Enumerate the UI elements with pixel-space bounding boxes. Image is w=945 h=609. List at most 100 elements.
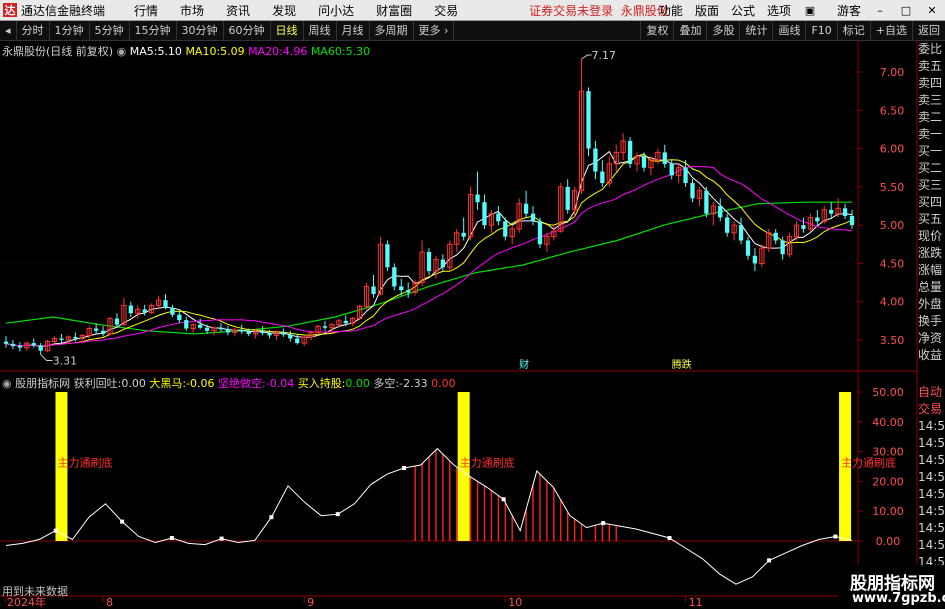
quote-field-label: 净资 [918,331,943,345]
candle-body-down [322,326,328,328]
quote-field-label: 卖二 [918,110,943,124]
candle-body-down [530,213,536,222]
candle-body-down [669,163,674,176]
tick-time: 14:56 [918,470,945,484]
indicator-item-value: 0.00 [345,377,370,390]
candle-body-down [267,333,272,336]
ma60-value: 5.30 [345,45,371,58]
candle-body-down [586,91,591,149]
price-tick-label: 5.50 [880,181,905,194]
signal-label: 主力通刷底 [460,456,515,470]
candle-body-down [523,203,529,214]
candle-body-down [163,300,168,308]
indicator-item-label: 多空: [373,377,400,390]
indicator-item-label: 买入持股: [297,377,346,390]
candle-body-down [392,267,397,287]
candle-body-down [93,328,99,331]
ma60-label: MA60: [310,45,346,58]
tick-time: 14:56 [918,419,945,433]
tick-time: 14:56 [918,538,945,552]
indicator-legend: ◉ 股朋指标网 获利回吐: 0.00 大黑马:-0.06 坚绝做空:-0.04 买… [2,375,456,391]
candle-body-down [738,225,744,241]
indicator-item-value: -0.04 [265,377,295,390]
candle-body-down [73,336,78,339]
indicator-tick-label: 10.00 [872,505,904,518]
candle-body-down [343,320,348,324]
indicator-name: 股朋指标网 [15,377,71,390]
quote-field-label: 委比 [918,42,943,56]
x-tick-label: 9 [307,596,314,609]
candle-body-down [225,329,231,333]
indicator-point [667,536,672,541]
candle-body-down [177,314,182,321]
candle-body-down [780,240,785,255]
indicator-item-value: 0.00 [431,377,456,390]
candle-body-down [440,259,446,268]
candle-body-down [3,341,9,344]
price-legend: 永鼎股份(日线 前复权) ◉ MA5:5.10 MA10:5.09 MA20:4… [2,43,370,59]
indicator-tick-label: 50.00 [872,386,904,399]
candle-body-down [100,330,106,334]
candle-body-down [600,171,605,184]
candle-body-down [142,309,147,313]
quote-field-label: 涨跌 [918,246,943,260]
candle-body-down [426,251,432,272]
candle-body-down [218,327,224,330]
indicator-item-label: 获利回吐: [73,377,122,390]
ma20-value: 4.96 [282,45,308,58]
quote-field-label: 现价 [918,229,943,243]
tick-time: 14:56 [918,521,945,535]
indicator-point [269,515,274,520]
tick-time: 14:56 [918,453,945,467]
stock-title: 永鼎股份(日线 前复权) [2,45,114,58]
indicator-toggle-icon[interactable]: ◉ [2,377,12,390]
candle-body-down [849,215,855,226]
candle-body-down [371,286,376,295]
event-marker: 腾跌 [672,358,692,371]
candle-body-down [752,255,758,264]
price-tick-label: 3.50 [880,334,905,347]
ma5-value: 5.10 [157,45,182,58]
candle-body-down [725,217,730,233]
legend-toggle-icon[interactable]: ◉ [117,45,127,58]
auto-trade-label[interactable]: 自动 [918,384,945,401]
ma5-label: MA5: [129,45,158,58]
quote-field-label: 卖一 [918,127,943,141]
indicator-point [601,521,606,526]
x-tick-label: 8 [106,596,113,609]
candle-body-down [204,327,210,331]
indicator-point [219,536,224,541]
candle-body-down [627,140,633,164]
x-tick-label: 11 [689,596,703,609]
ma10-label: MA10: [185,45,221,58]
watermark-url: www.7gpzb.com [852,591,945,606]
quote-panel: 委比 卖五 卖四 卖三 卖二 卖一 买一 买二 买三 买四 买五 现价 涨跌 涨幅 总量 外盘 换手 净资 收益 [918,41,945,379]
candle-body-down [260,330,265,334]
candle-body-down [399,286,404,291]
candle-body-down [406,290,411,293]
candle-body-down [503,221,508,237]
candle-body-down [114,318,120,325]
candle-body-down [281,332,286,335]
auto-trade-label[interactable]: 交易 [918,401,945,418]
indicator-point [53,528,58,533]
price-chart[interactable]: 7.00 6.50 6.00 5.50 5.00 4.50 4.00 3.50 50.00 40… [0,0,945,609]
quote-field-label: 卖三 [918,93,943,107]
candle-body-down [10,343,16,347]
tick-time: 14:56 [918,436,945,450]
indicator-item-label: 大黑马: [149,377,187,390]
quote-field-label: 卖五 [918,59,943,73]
signal-label: 主力通刷底 [57,456,112,470]
ma20-label: MA20: [248,45,283,58]
indicator-item-label: 坚绝做空: [218,377,266,390]
price-tick-label: 5.00 [880,219,905,232]
candle-body-down [198,324,203,328]
candle-body-down [31,343,36,346]
candle-body-down [718,206,723,218]
low-price-label: 3.31 [53,355,78,368]
indicator-point [120,519,125,524]
indicator-item-value: -0.06 [186,377,215,390]
indicator-tick-label: 40.00 [872,416,904,429]
indicator-point [169,536,174,541]
candle-body-down [842,208,848,216]
